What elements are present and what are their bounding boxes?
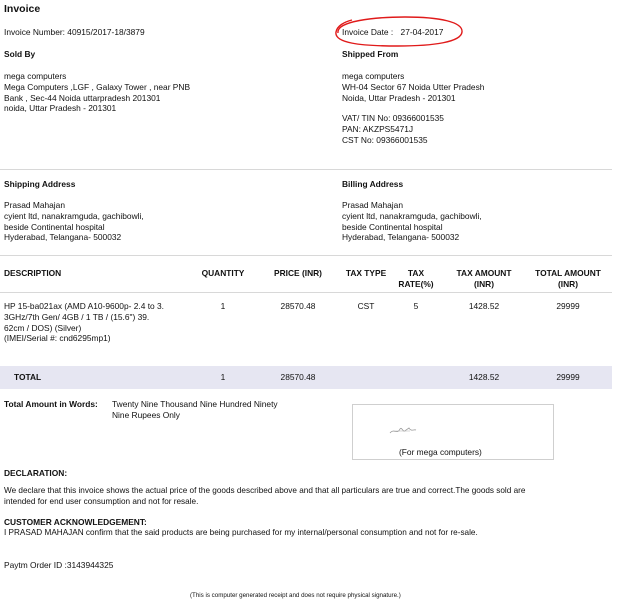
declaration-heading: DECLARATION: — [4, 468, 68, 478]
shipping-address-heading: Shipping Address — [4, 179, 76, 189]
item-description-line: (IMEI/Serial #: cnd6295mp1) — [4, 333, 111, 344]
amount-in-words-value: Twenty Nine Thousand Nine Hundred Ninety… — [112, 399, 278, 421]
col-header-tax-rate-line: TAX — [407, 268, 425, 278]
item-tax-type: CST — [357, 301, 375, 311]
sold-by-line: mega computers — [4, 71, 67, 81]
acknowledgement-heading: CUSTOMER ACKNOWLEDGEMENT: — [4, 517, 147, 527]
sold-by-line: Mega Computers ,LGF , Galaxy Tower , nea… — [4, 81, 191, 92]
item-total-amount: 29999 — [556, 301, 580, 311]
item-description-line: 3GHz/7th Gen/ 4GB / 1 TB / (15.6") 39. — [4, 311, 150, 322]
footer-note: (This is computer generated receipt and … — [190, 592, 401, 599]
col-header-tax-amount: TAX AMOUNT (INR) — [448, 268, 520, 290]
billing-address-line: Prasad Mahajan — [342, 200, 403, 210]
total-label: TOTAL — [14, 372, 42, 382]
item-quantity: 1 — [220, 301, 226, 311]
billing-address-heading: Billing Address — [342, 179, 404, 189]
billing-address: Prasad Mahajan cyient ltd, nanakramguda,… — [342, 200, 482, 243]
shipping-address-line: Hyderabad, Telangana- 500032 — [4, 232, 122, 243]
item-description-line: 62cm / DOS) (Silver) — [4, 322, 82, 333]
amount-in-words-label: Total Amount in Words: — [4, 399, 98, 409]
item-price: 28570.48 — [280, 301, 316, 311]
invoice-number: Invoice Number: 40915/2017-18/3879 — [4, 27, 145, 37]
col-header-quantity: QUANTITY — [201, 268, 245, 278]
shipped-from-heading: Shipped From — [342, 49, 399, 59]
col-header-description: DESCRIPTION — [4, 268, 62, 278]
item-description-line: HP 15-ba021ax (AMD A10-9600p- 2.4 to 3. — [4, 301, 164, 311]
invoice-title: Invoice — [4, 3, 41, 15]
signature-box: (For mega computers) — [352, 404, 554, 460]
col-header-tax-amount-line: TAX AMOUNT — [456, 268, 512, 278]
shipped-from-address: mega computers WH-04 Sector 67 Noida Utt… — [342, 71, 484, 103]
sold-by-line: Bank , Sec-44 Noida uttarpradesh 201301 — [4, 92, 161, 103]
paytm-order-id: Paytm Order ID :3143944325 — [4, 560, 114, 570]
col-header-tax-amount-line: (INR) — [473, 278, 494, 289]
shipping-address-line: beside Continental hospital — [4, 221, 105, 232]
total-tax-amount: 1428.52 — [468, 372, 500, 382]
total-price: 28570.48 — [280, 372, 316, 382]
acknowledgement-text: I PRASAD MAHAJAN confirm that the said p… — [4, 528, 478, 537]
amount-in-words-line: Nine Rupees Only — [112, 409, 180, 420]
divider — [0, 292, 612, 293]
shipping-address-line: cyient ltd, nanakramguda, gachibowli, — [4, 210, 144, 221]
declaration-line: intended for end user consumption and no… — [4, 496, 199, 506]
col-header-price: PRICE (INR) — [274, 268, 322, 278]
col-header-tax-type: TAX TYPE — [345, 268, 387, 278]
billing-address-line: beside Continental hospital — [342, 221, 443, 232]
shipped-from-line: mega computers — [342, 71, 405, 81]
sold-by-address: mega computers Mega Computers ,LGF , Gal… — [4, 71, 190, 114]
billing-address-line: cyient ltd, nanakramguda, gachibowli, — [342, 210, 482, 221]
col-header-total-amount-line: TOTAL AMOUNT — [535, 268, 601, 278]
tax-registration-info: VAT/ TIN No: 09366001535 PAN: AKZPS5471J… — [342, 113, 444, 145]
signature-caption: (For mega computers) — [399, 447, 482, 457]
item-tax-amount: 1428.52 — [468, 301, 500, 311]
total-total-amount: 29999 — [556, 372, 580, 382]
sold-by-heading: Sold By — [4, 49, 36, 59]
total-quantity: 1 — [220, 372, 226, 382]
shipping-address: Prasad Mahajan cyient ltd, nanakramguda,… — [4, 200, 144, 243]
declaration-text: We declare that this invoice shows the a… — [4, 486, 525, 507]
declaration-line: We declare that this invoice shows the a… — [4, 486, 526, 495]
shipping-address-line: Prasad Mahajan — [4, 200, 65, 210]
amount-in-words-line: Twenty Nine Thousand Nine Hundred Ninety — [112, 399, 278, 409]
divider — [0, 255, 612, 256]
item-description: HP 15-ba021ax (AMD A10-9600p- 2.4 to 3. … — [4, 301, 164, 344]
col-header-tax-rate: TAX RATE(%) — [394, 268, 438, 290]
divider — [0, 169, 612, 170]
vat-tin-number: VAT/ TIN No: 09366001535 — [342, 113, 444, 123]
shipped-from-line: WH-04 Sector 67 Noida Utter Pradesh — [342, 81, 485, 92]
col-header-total-amount: TOTAL AMOUNT (INR) — [526, 268, 610, 290]
shipped-from-line: Noida, Uttar Pradesh - 201301 — [342, 92, 456, 103]
item-tax-rate: 5 — [413, 301, 419, 311]
billing-address-line: Hyderabad, Telangana- 500032 — [342, 232, 460, 243]
red-circle-annotation — [335, 16, 463, 47]
cst-number: CST No: 09366001535 — [342, 134, 428, 145]
col-header-total-amount-line: (INR) — [557, 278, 578, 289]
signature-scribble — [389, 427, 417, 434]
pan-number: PAN: AKZPS5471J — [342, 123, 414, 134]
col-header-tax-rate-line: RATE(%) — [398, 278, 434, 289]
sold-by-line: noida, Uttar Pradesh - 201301 — [4, 103, 117, 114]
